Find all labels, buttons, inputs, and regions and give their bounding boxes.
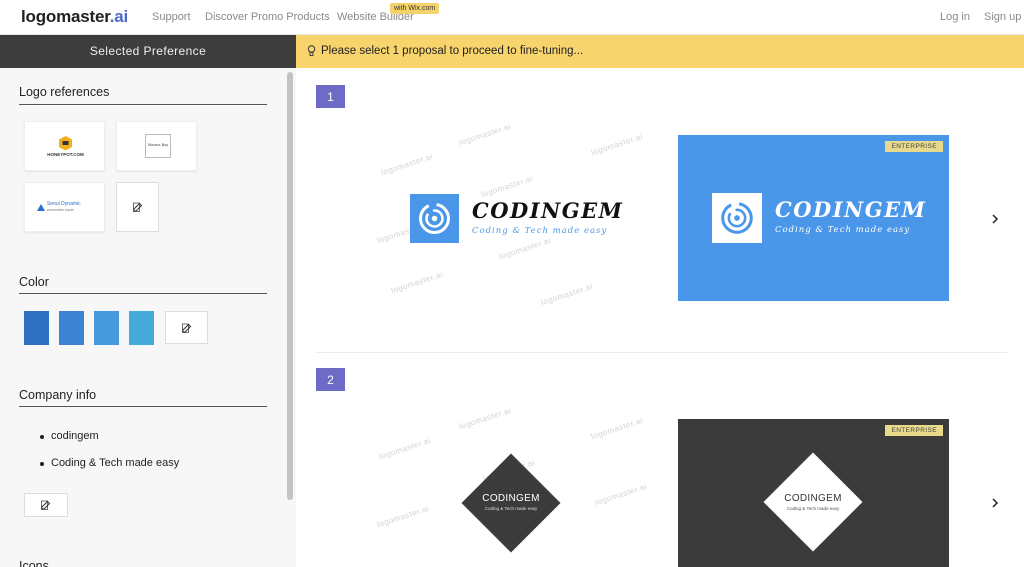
- proposal-number-badge: 1: [316, 85, 345, 108]
- watermark-text: logomaster.ai: [539, 281, 595, 308]
- wix-badge: with Wix.com: [390, 3, 440, 14]
- proposal-1-preview[interactable]: ENTERPRISE CODINGEM Coding & Tech made e…: [678, 135, 949, 301]
- logo-tagline: Coding & Tech made easy: [775, 225, 911, 235]
- reference-sublabel: automotive repair: [47, 208, 75, 212]
- watermark-text: logomaster.ai: [377, 435, 433, 462]
- lightbulb-icon: [307, 45, 316, 56]
- proposal-2-logo-plain[interactable]: CODINGEM Coding & Tech made easy: [461, 453, 561, 553]
- watermark-text: logomaster.ai: [589, 131, 645, 158]
- proposal-divider: [316, 352, 1007, 353]
- color-swatch[interactable]: [94, 311, 119, 345]
- enterprise-badge: ENTERPRISE: [885, 141, 943, 152]
- edit-references-button[interactable]: [116, 182, 159, 232]
- watermark-text: logomaster.ai: [593, 481, 649, 508]
- login-link[interactable]: Log in: [940, 11, 970, 23]
- top-nav: logomaster.ai Support Discover Promo Pro…: [0, 0, 1024, 35]
- color-swatch[interactable]: [129, 311, 154, 345]
- seoul-dynamic-logo-icon: [37, 204, 45, 211]
- reference-card-seoul-dynamic[interactable]: Seoul Dynamic automotive repair: [24, 182, 105, 232]
- reference-card-honeypot[interactable]: HONEYPOT.COM: [24, 121, 105, 171]
- company-info-list: codingem Coding & Tech made easy: [38, 430, 179, 484]
- color-title: Color: [19, 275, 49, 289]
- logo-references-title: Logo references: [19, 85, 110, 99]
- watermark-text: logomaster.ai: [389, 269, 445, 296]
- reference-label: Seoul Dynamic: [47, 201, 81, 207]
- proposal-1-logo-plain[interactable]: CODINGEM Coding & Tech made easy: [408, 192, 628, 244]
- brand-logo[interactable]: logomaster.ai: [21, 7, 128, 27]
- company-info-title: Company info: [19, 388, 97, 402]
- watermark-text: logomaster.ai: [457, 405, 513, 432]
- section-divider: [19, 104, 267, 105]
- brand-suffix: .ai: [109, 7, 129, 26]
- company-slogan: Coding & Tech made easy: [38, 457, 179, 469]
- honeypot-logo-icon: [59, 136, 72, 151]
- edit-icon: [181, 323, 191, 333]
- watermark-text: logomaster.ai: [589, 415, 645, 442]
- icons-title: Icons: [19, 559, 49, 567]
- color-swatch[interactable]: [24, 311, 49, 345]
- watermark-text: logomaster.ai: [375, 503, 431, 530]
- nav-link-support[interactable]: Support: [152, 11, 191, 23]
- company-name: codingem: [38, 430, 179, 442]
- instruction-banner: Please select 1 proposal to proceed to f…: [296, 35, 1024, 68]
- codingem-mark-icon: [410, 194, 459, 243]
- watermark-text: logomaster.ai: [379, 151, 435, 178]
- section-divider: [19, 293, 267, 294]
- edit-icon: [41, 500, 51, 510]
- proposal-2-preview[interactable]: ENTERPRISE CODINGEM Coding & Tech made e…: [678, 419, 949, 567]
- logo-wordmark: CODINGEM: [775, 197, 927, 222]
- enterprise-badge: ENTERPRISE: [885, 425, 943, 436]
- proposal-number-badge: 2: [316, 368, 345, 391]
- reference-label: Marina Bay: [145, 134, 171, 158]
- watermark-text: logomaster.ai: [457, 121, 513, 148]
- logo-tagline: Coding & Tech made easy: [786, 506, 840, 511]
- logo-tagline: Coding & Tech made easy: [472, 226, 608, 236]
- reference-label: HONEYPOT.COM: [47, 152, 84, 157]
- preference-sidebar: Selected Preference Logo references HONE…: [0, 35, 296, 567]
- nav-link-promo-products[interactable]: Discover Promo Products: [205, 11, 330, 23]
- sidebar-scrollbar-thumb[interactable]: [287, 72, 293, 500]
- sidebar-header: Selected Preference: [0, 35, 296, 68]
- diamond-mark: CODINGEM Coding & Tech made easy: [763, 452, 863, 552]
- reference-card-marina-bay[interactable]: Marina Bay: [116, 121, 197, 171]
- brand-main: logomaster: [21, 7, 110, 26]
- color-swatch[interactable]: [59, 311, 84, 345]
- logo-wordmark: CODINGEM: [472, 198, 624, 223]
- codingem-mark-icon: [712, 193, 762, 243]
- edit-color-button[interactable]: [165, 311, 208, 344]
- section-divider: [19, 406, 267, 407]
- edit-company-info-button[interactable]: [24, 493, 68, 517]
- chevron-right-icon[interactable]: [989, 213, 1001, 225]
- logo-wordmark: CODINGEM: [482, 493, 540, 504]
- logo-wordmark: CODINGEM: [784, 493, 842, 504]
- signup-link[interactable]: Sign up: [984, 11, 1021, 23]
- banner-text: Please select 1 proposal to proceed to f…: [321, 45, 584, 57]
- chevron-right-icon[interactable]: [989, 497, 1001, 509]
- edit-icon: [132, 202, 142, 212]
- logo-tagline: Coding & Tech made easy: [484, 506, 538, 511]
